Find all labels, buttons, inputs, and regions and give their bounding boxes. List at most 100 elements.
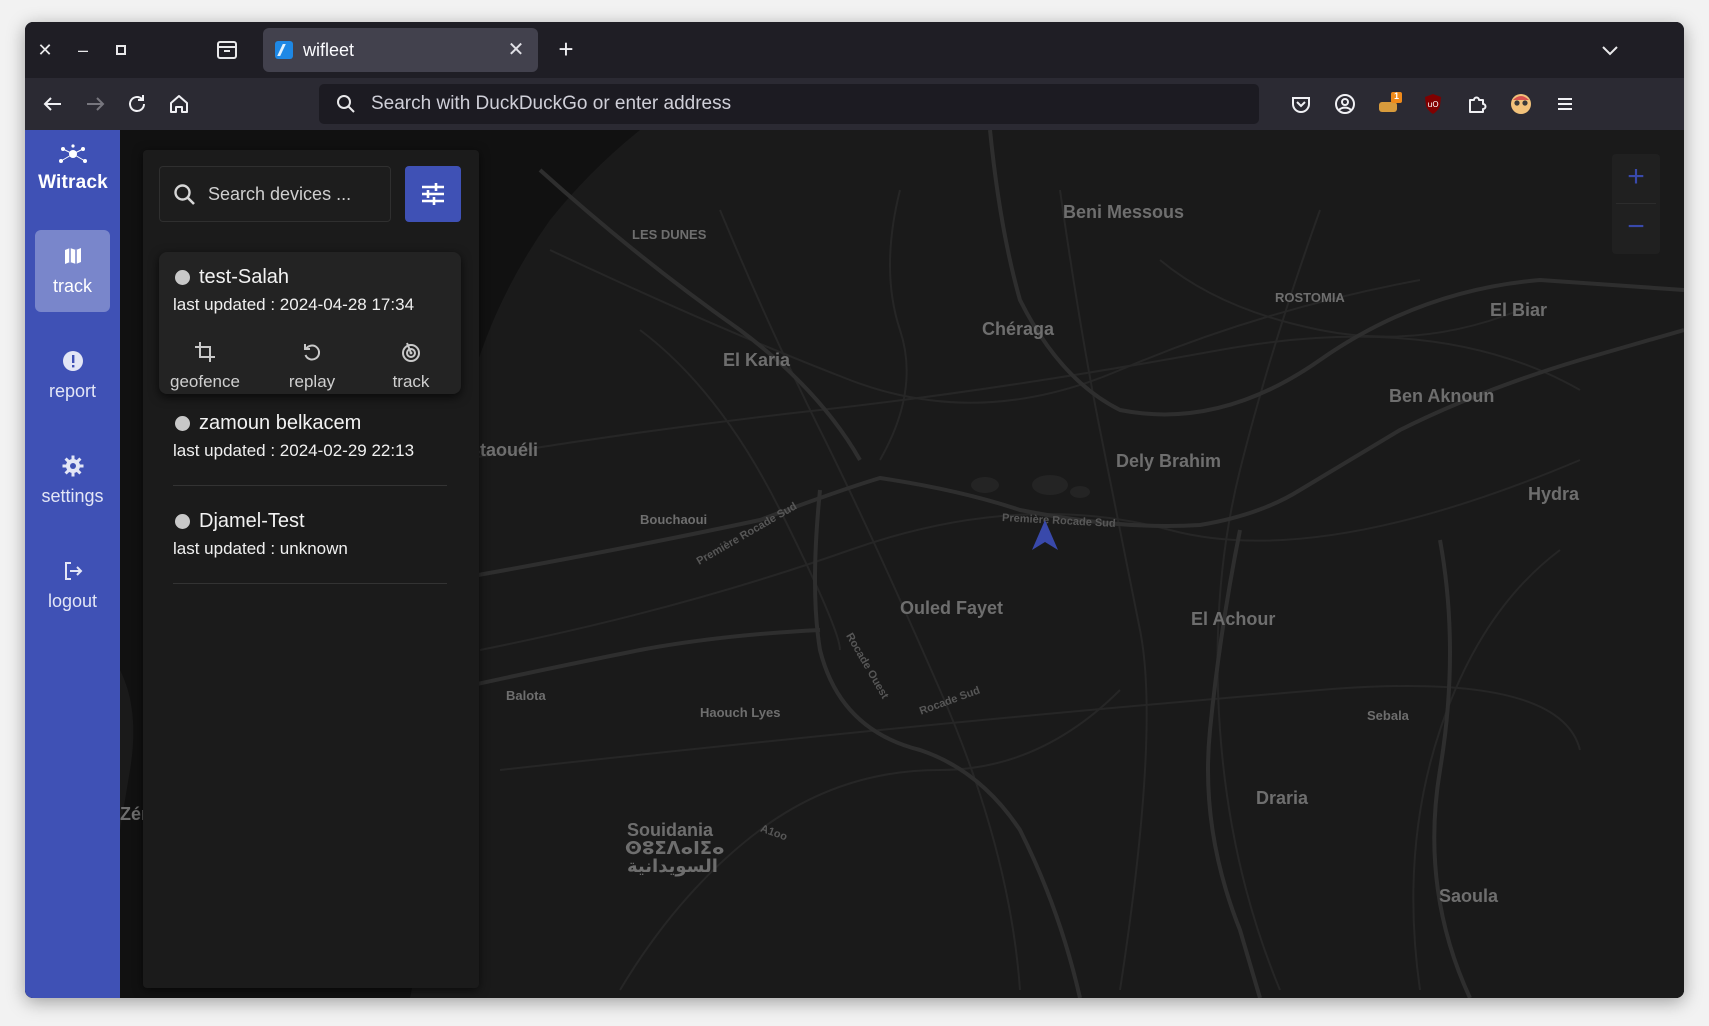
tab-strip: ✕ – wifleet ✕ + <box>25 22 1684 78</box>
sidebar-item-settings[interactable]: settings <box>35 440 110 522</box>
close-window-button[interactable]: ✕ <box>33 38 57 62</box>
sidebar-item-report[interactable]: report <box>35 335 110 417</box>
hamburger-menu-icon <box>1558 98 1572 110</box>
sidebar-item-label: report <box>48 381 97 401</box>
map-label: Bouchaoui <box>640 512 708 527</box>
map-label: Hydra <box>1528 484 1580 504</box>
map-icon <box>65 248 81 264</box>
map-label: Ouled Fayet <box>900 598 1004 618</box>
svg-text:uO: uO <box>1427 100 1438 109</box>
track-label: track <box>392 372 430 391</box>
status-dot <box>175 270 190 285</box>
status-dot <box>175 416 190 431</box>
map-label: Balota <box>506 688 546 703</box>
map-label: Dely Brahim <box>1116 451 1222 471</box>
home-icon <box>170 95 188 113</box>
devices-panel: test-Salah last updated : 2024-04-28 17:… <box>143 150 479 988</box>
back-button[interactable] <box>39 90 67 118</box>
replay-button[interactable]: replay <box>272 340 352 398</box>
extension-badge-button[interactable]: 1 <box>1375 90 1403 118</box>
tune-sliders-icon <box>422 183 444 205</box>
map-label: Haouch Lyes <box>700 705 781 720</box>
sidebar-item-logout[interactable]: logout <box>35 545 110 627</box>
map-label: Beni Messous <box>1063 202 1185 222</box>
home-button[interactable] <box>165 90 193 118</box>
gear-icon <box>62 455 84 477</box>
tab-wifleet[interactable]: wifleet ✕ <box>263 28 538 72</box>
close-tab-button[interactable]: ✕ <box>504 38 528 62</box>
sidebar-item-label: settings <box>41 486 104 506</box>
profile-avatar-button[interactable] <box>1507 90 1535 118</box>
map-label: El Achour <box>1191 609 1276 629</box>
zoom-in-button[interactable]: + <box>1612 154 1660 202</box>
map-label: Sebala <box>1367 708 1409 723</box>
chevron-down-icon <box>1602 46 1618 56</box>
track-radar-icon <box>402 342 420 362</box>
device-last-updated: last updated : unknown <box>173 539 348 558</box>
geofence-label: geofence <box>170 372 240 391</box>
status-dot <box>175 514 190 529</box>
arrow-left-icon <box>43 97 61 111</box>
logo-text: Witrack <box>38 172 108 193</box>
app-menu-button[interactable] <box>1551 90 1579 118</box>
map-label: El Biar <box>1490 300 1548 320</box>
arrow-right-icon <box>87 97 105 111</box>
sidebar-item-track[interactable]: track <box>35 230 110 312</box>
zoom-control: + − <box>1612 154 1660 254</box>
extensions-button[interactable] <box>1463 90 1491 118</box>
new-tab-button[interactable]: + <box>552 36 580 64</box>
map-label: Draria <box>1256 788 1309 808</box>
list-divider <box>173 583 447 584</box>
zoom-out-button[interactable]: − <box>1612 204 1660 252</box>
map-label: Ben Aknoun <box>1389 386 1495 406</box>
device-name: zamoun belkacem <box>199 412 362 434</box>
forward-button[interactable] <box>81 90 109 118</box>
replay-label: replay <box>288 372 336 391</box>
pocket-button[interactable] <box>1287 90 1315 118</box>
reload-icon <box>129 95 145 112</box>
extension-badge-count: 1 <box>1394 91 1400 101</box>
search-icon <box>174 184 195 205</box>
sidebar: Witrack track report settings logout <box>25 130 120 998</box>
device-search-input[interactable] <box>208 167 386 221</box>
device-item-djamel-test[interactable]: Djamel-Test last updated : unknown <box>159 496 461 586</box>
search-icon <box>337 95 355 113</box>
maximize-window-button[interactable] <box>109 38 133 62</box>
browser-window: ✕ – wifleet ✕ + Search with DuckDuckGo o… <box>25 22 1684 998</box>
logo-network-icon <box>59 144 87 163</box>
list-all-tabs-button[interactable] <box>1596 36 1624 64</box>
list-divider <box>173 485 447 486</box>
address-bar[interactable] <box>319 84 1259 124</box>
device-name: test-Salah <box>199 266 290 288</box>
firefox-view-icon <box>217 41 237 59</box>
account-button[interactable] <box>1331 90 1359 118</box>
device-name: Djamel-Test <box>199 510 305 532</box>
sidebar-item-label: track <box>52 276 92 296</box>
tab-title: wifleet <box>303 40 355 60</box>
filter-button[interactable] <box>405 166 461 222</box>
firefox-view-button[interactable] <box>213 36 241 64</box>
track-button[interactable]: track <box>371 340 451 398</box>
device-search-box[interactable] <box>159 166 391 222</box>
ublock-shield-icon: uO <box>1425 94 1441 114</box>
sidebar-item-label: logout <box>47 591 98 611</box>
device-item-zamoun-belkacem[interactable]: zamoun belkacem last updated : 2024-02-2… <box>159 398 461 488</box>
replay-icon <box>304 344 321 361</box>
device-item-test-salah[interactable]: test-Salah last updated : 2024-04-28 17:… <box>159 252 461 394</box>
reload-button[interactable] <box>123 90 151 118</box>
vehicle-position-marker[interactable] <box>1030 518 1060 554</box>
crop-icon <box>195 342 215 362</box>
puzzle-piece-icon <box>1469 96 1487 113</box>
geofence-button[interactable]: geofence <box>165 340 245 398</box>
minimize-window-button[interactable]: – <box>71 38 95 62</box>
map-label: LES DUNES <box>632 227 707 242</box>
ublock-button[interactable]: uO <box>1419 90 1447 118</box>
flutter-favicon-icon <box>275 41 293 59</box>
avatar-icon <box>1511 94 1531 114</box>
address-input[interactable] <box>371 84 1231 124</box>
account-icon <box>1335 94 1355 114</box>
logout-icon <box>65 562 83 580</box>
witrack-logo: Witrack <box>33 144 113 208</box>
alert-circle-icon <box>63 351 83 371</box>
navigation-toolbar: 1 uO <box>25 78 1684 130</box>
